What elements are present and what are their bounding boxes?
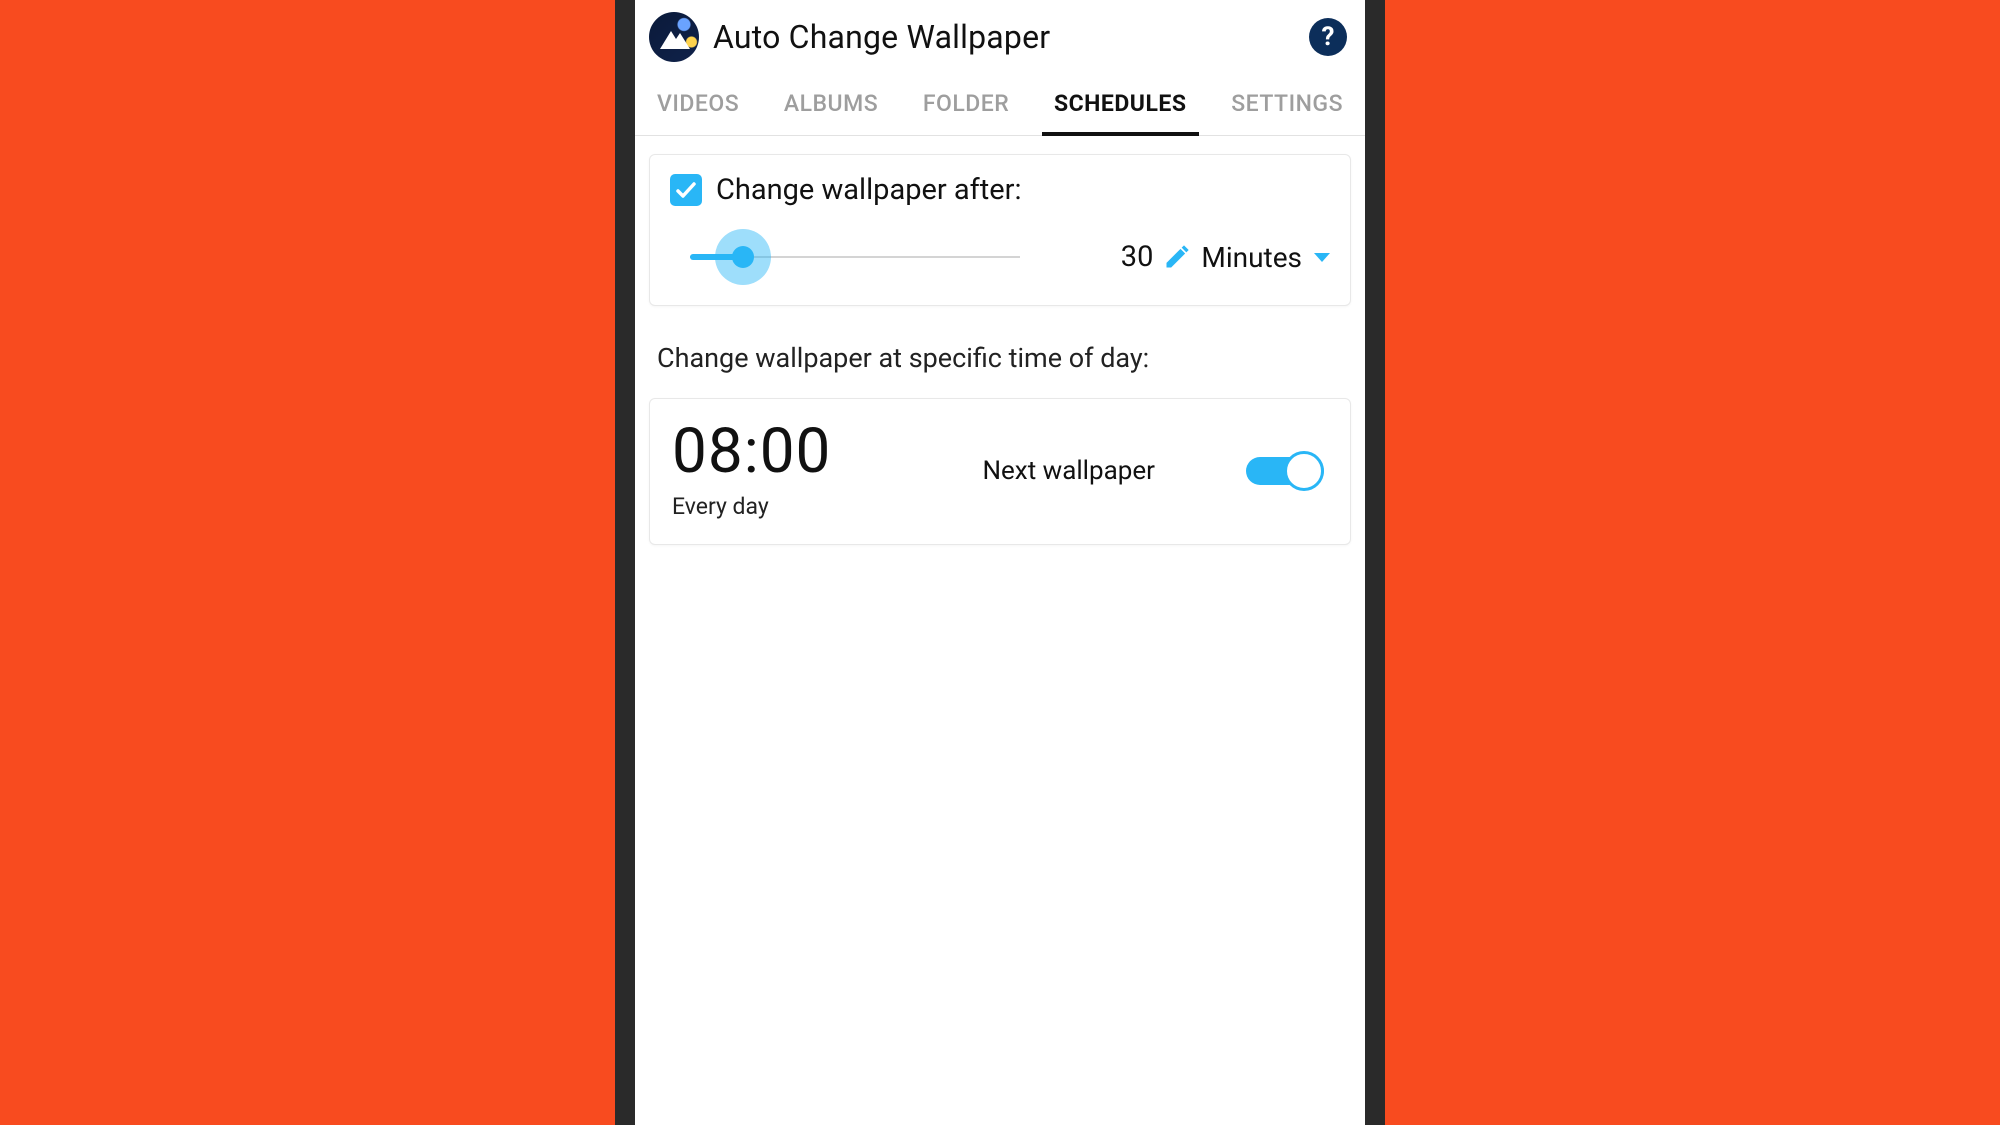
schedule-time: 08:00 xyxy=(672,421,831,483)
tab-albums[interactable]: ALBUMS xyxy=(784,72,878,135)
pencil-icon[interactable] xyxy=(1163,243,1191,271)
check-icon xyxy=(674,178,698,202)
app-screen: Auto Change Wallpaper ? VIDEOS ALBUMS FO… xyxy=(635,0,1365,1125)
schedule-time-card[interactable]: 08:00 Every day Next wallpaper xyxy=(649,398,1351,545)
tab-schedules[interactable]: SCHEDULES xyxy=(1054,72,1187,135)
content-area: Change wallpaper after: 30 xyxy=(635,136,1365,565)
app-icon xyxy=(649,12,699,62)
device-frame: Auto Change Wallpaper ? VIDEOS ALBUMS FO… xyxy=(615,0,1385,1125)
schedule-repeat: Every day xyxy=(672,493,831,520)
slider-thumb xyxy=(732,246,754,268)
mountain-icon xyxy=(656,19,692,55)
time-block: 08:00 Every day xyxy=(672,421,831,520)
tab-folder[interactable]: FOLDER xyxy=(923,72,1009,135)
change-after-row: Change wallpaper after: xyxy=(670,173,1330,207)
change-after-checkbox[interactable] xyxy=(670,174,702,206)
schedule-toggle[interactable] xyxy=(1246,451,1324,491)
change-after-card: Change wallpaper after: 30 xyxy=(649,154,1351,306)
interval-slider-row: 30 Minutes xyxy=(670,237,1330,277)
toggle-thumb xyxy=(1284,451,1324,491)
interval-value-group: 30 Minutes xyxy=(1121,240,1330,274)
help-button[interactable]: ? xyxy=(1309,18,1347,56)
chevron-down-icon xyxy=(1314,253,1330,262)
schedule-action-label: Next wallpaper xyxy=(922,456,1154,486)
tab-settings[interactable]: SETTINGS xyxy=(1231,72,1343,135)
app-header: Auto Change Wallpaper ? xyxy=(635,0,1365,72)
interval-value: 30 xyxy=(1121,240,1154,274)
specific-time-heading: Change wallpaper at specific time of day… xyxy=(649,324,1351,380)
tab-bar: VIDEOS ALBUMS FOLDER SCHEDULES SETTINGS xyxy=(635,72,1365,136)
app-title: Auto Change Wallpaper xyxy=(713,18,1295,56)
tab-videos[interactable]: VIDEOS xyxy=(657,72,739,135)
interval-unit-select[interactable]: Minutes xyxy=(1201,241,1330,274)
interval-slider[interactable] xyxy=(690,237,1020,277)
interval-unit-label: Minutes xyxy=(1201,241,1302,274)
help-icon: ? xyxy=(1322,22,1335,52)
change-after-label: Change wallpaper after: xyxy=(716,173,1021,207)
